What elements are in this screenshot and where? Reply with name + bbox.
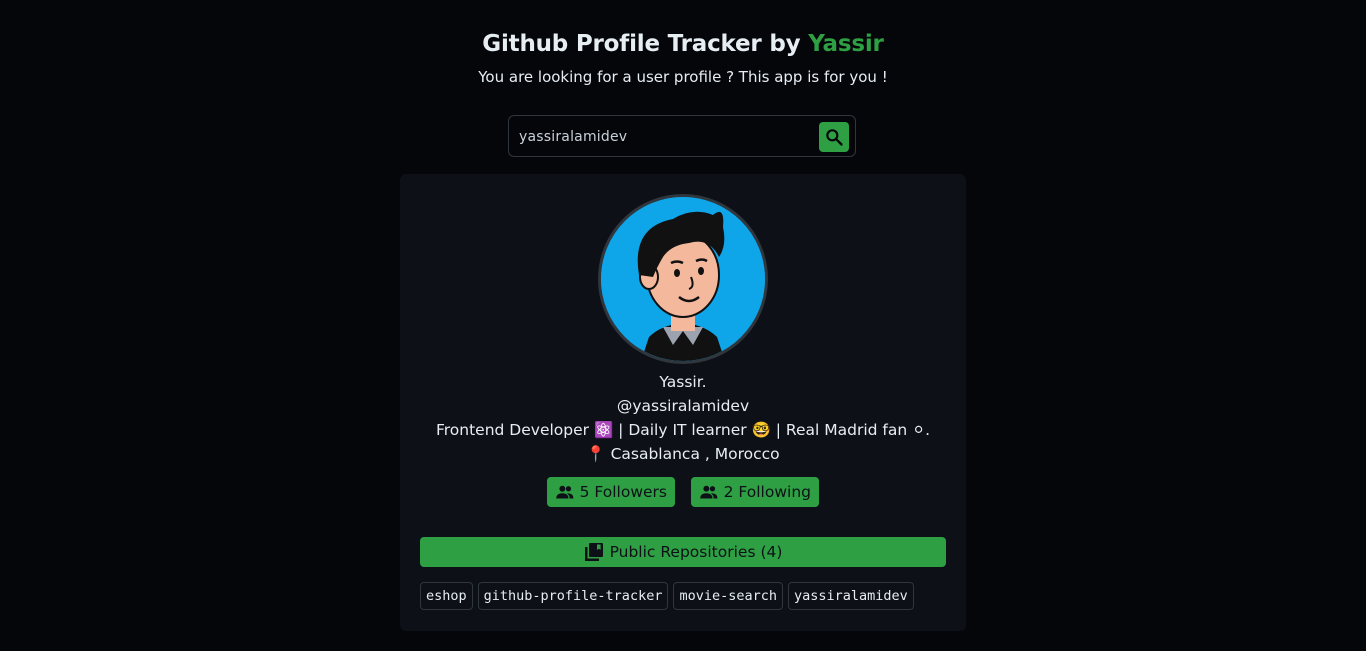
repositories-header: Public Repositories (4) <box>420 537 946 567</box>
library-books-icon <box>584 543 603 561</box>
search-box <box>508 115 856 157</box>
search-icon <box>826 129 843 146</box>
title-prefix: Github Profile Tracker by <box>482 31 809 57</box>
people-icon <box>556 485 574 499</box>
search-input[interactable] <box>519 126 809 148</box>
following-label: 2 Following <box>723 483 811 501</box>
people-icon <box>700 485 718 499</box>
profile-name: Yassir. <box>659 373 707 391</box>
page-subtitle: You are looking for a user profile ? Thi… <box>478 68 888 86</box>
repo-item[interactable]: github-profile-tracker <box>477 582 669 610</box>
followers-button[interactable]: 5 Followers <box>547 477 675 507</box>
app-root: Github Profile Tracker by Yassir You are… <box>0 0 1366 651</box>
avatar-image <box>601 197 765 361</box>
page-title: Github Profile Tracker by Yassir <box>0 31 1366 57</box>
repositories-header-label: Public Repositories (4) <box>609 543 783 561</box>
profile-bio: Frontend Developer ⚛️ | Daily IT learner… <box>435 421 931 439</box>
profile-login: @yassiralamidev <box>616 397 750 415</box>
search-button[interactable] <box>819 122 849 152</box>
repo-list: eshop github-profile-tracker movie-searc… <box>420 582 960 610</box>
repo-item[interactable]: eshop <box>420 582 473 610</box>
followers-label: 5 Followers <box>579 483 667 501</box>
title-accent: Yassir <box>808 31 884 57</box>
avatar <box>598 194 768 364</box>
following-button[interactable]: 2 Following <box>691 477 819 507</box>
profile-card: Yassir. @yassiralamidev Frontend Develop… <box>400 174 966 631</box>
repo-item[interactable]: yassiralamidev <box>788 582 914 610</box>
repo-item[interactable]: movie-search <box>673 582 783 610</box>
profile-location: 📍 Casablanca , Morocco <box>586 445 780 463</box>
